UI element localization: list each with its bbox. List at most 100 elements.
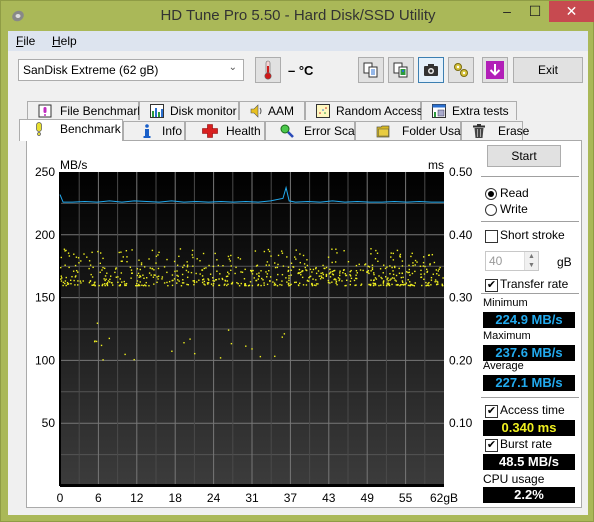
access-time-point — [133, 358, 135, 361]
close-button[interactable]: ✕ — [549, 1, 594, 22]
write-radio[interactable] — [485, 204, 497, 216]
access-time-point — [301, 276, 304, 279]
access-time-point — [199, 260, 201, 262]
tab-folder-usage[interactable]: Folder Usage — [355, 121, 474, 140]
x-tick-label: 18 — [169, 491, 183, 505]
tab-health[interactable]: Health — [185, 121, 265, 140]
access-time-point — [186, 266, 189, 268]
transfer-rate-checkbox[interactable]: ✔ — [485, 279, 498, 292]
access-time-point — [400, 276, 403, 279]
access-time-point — [176, 274, 178, 277]
tab-benchmark[interactable]: Benchmark — [19, 119, 123, 141]
menu-help[interactable]: Help — [52, 34, 77, 48]
copy-screenshot-button[interactable] — [388, 57, 414, 83]
access-time-point — [319, 278, 322, 280]
read-radio[interactable] — [485, 188, 497, 200]
access-time-point — [391, 266, 393, 269]
tab-error-scan[interactable]: Error Scan — [265, 121, 361, 140]
options-button[interactable] — [448, 57, 474, 83]
tab-info[interactable]: Info — [123, 121, 185, 140]
options-icon — [454, 63, 468, 77]
access-time-point — [219, 273, 221, 275]
tab-erase[interactable]: Erase — [461, 121, 529, 140]
exit-button[interactable]: Exit — [513, 57, 583, 83]
access-time-point — [332, 274, 335, 276]
access-time-checkbox[interactable]: ✔ — [485, 405, 498, 418]
access-time-point — [335, 282, 337, 284]
spinner-arrows-icon[interactable]: ▲ ▼ — [524, 252, 538, 270]
maximize-button[interactable]: ☐ — [521, 1, 549, 22]
short-stroke-checkbox[interactable] — [485, 230, 498, 243]
tab-extra-tests[interactable]: Extra tests — [421, 101, 517, 120]
access-time-point — [136, 268, 139, 270]
access-time-point — [208, 279, 210, 281]
access-time-point — [370, 279, 372, 281]
access-time-point — [237, 282, 239, 285]
access-time-point — [395, 274, 398, 277]
screenshot-button[interactable] — [418, 57, 444, 83]
burst-rate-checkbox[interactable]: ✔ — [485, 439, 498, 452]
tab-file-benchmark[interactable]: File Benchmark — [27, 101, 143, 120]
tab-aam[interactable]: AAM — [239, 101, 305, 120]
access-time-point — [303, 263, 306, 265]
tab-random-access[interactable]: Random Access — [305, 101, 423, 120]
access-time-point — [368, 283, 371, 286]
access-time-point — [78, 262, 80, 264]
access-time-point — [192, 265, 194, 267]
access-time-point — [152, 276, 155, 278]
access-time-point — [94, 285, 96, 287]
menu-file[interactable]: File — [16, 34, 35, 48]
thermometer-icon — [264, 60, 272, 80]
access-time-point — [262, 279, 264, 281]
access-time-point — [315, 283, 318, 285]
access-time-point — [283, 333, 286, 335]
access-time-point — [251, 273, 254, 275]
access-time-point — [350, 269, 352, 272]
access-time-point — [151, 267, 154, 270]
minimize-button[interactable]: ‒ — [493, 1, 521, 22]
temperature-button[interactable] — [255, 57, 281, 83]
start-button[interactable]: Start — [487, 145, 561, 167]
benchmark-icon — [36, 122, 42, 136]
access-time-point — [437, 270, 439, 272]
tab-disk-monitor[interactable]: Disk monitor — [139, 101, 239, 120]
access-time-point — [201, 275, 204, 277]
access-time-point — [307, 280, 310, 282]
drive-select[interactable]: SanDisk Extreme (62 gB) ⌄ — [18, 59, 244, 81]
access-time-point — [374, 277, 377, 279]
access-time-point — [257, 284, 259, 287]
access-time-point — [389, 279, 391, 281]
access-time-point — [382, 284, 385, 286]
benchmark-panel: 250 200 150 100 50 0.50 0.40 0.30 0.20 0.10 0 6 12 18… — [26, 140, 582, 508]
access-time-point — [191, 254, 194, 256]
access-time-point — [103, 278, 105, 280]
access-time-point — [157, 275, 160, 277]
access-time-point — [281, 280, 283, 282]
copy-text-button[interactable] — [358, 57, 384, 83]
access-time-point — [299, 271, 302, 274]
access-time-point — [168, 280, 171, 283]
access-time-point — [140, 263, 143, 266]
access-time-point — [298, 268, 301, 271]
access-time-point — [130, 269, 133, 271]
access-time-point — [148, 272, 151, 274]
access-time-point — [438, 274, 440, 277]
access-time-point — [225, 275, 228, 278]
access-time-point — [390, 256, 392, 258]
access-time-point — [86, 256, 88, 258]
access-time-point — [212, 279, 214, 282]
access-time-point — [288, 277, 290, 279]
access-time-point — [150, 274, 152, 276]
access-time-point — [385, 284, 388, 287]
x-axis-line — [60, 484, 444, 487]
access-time-point — [71, 275, 73, 278]
title-bar[interactable]: HD Tune Pro 5.50 - Hard Disk/SSD Utility… — [1, 1, 594, 31]
access-time-point — [178, 255, 180, 258]
short-stroke-input[interactable]: 40 ▲ ▼ — [485, 251, 539, 271]
save-button[interactable] — [482, 57, 508, 83]
access-time-point — [368, 266, 371, 268]
access-time-point — [187, 271, 190, 273]
access-time-point — [143, 277, 145, 280]
access-time-point — [439, 266, 441, 269]
access-time-point — [80, 260, 82, 262]
